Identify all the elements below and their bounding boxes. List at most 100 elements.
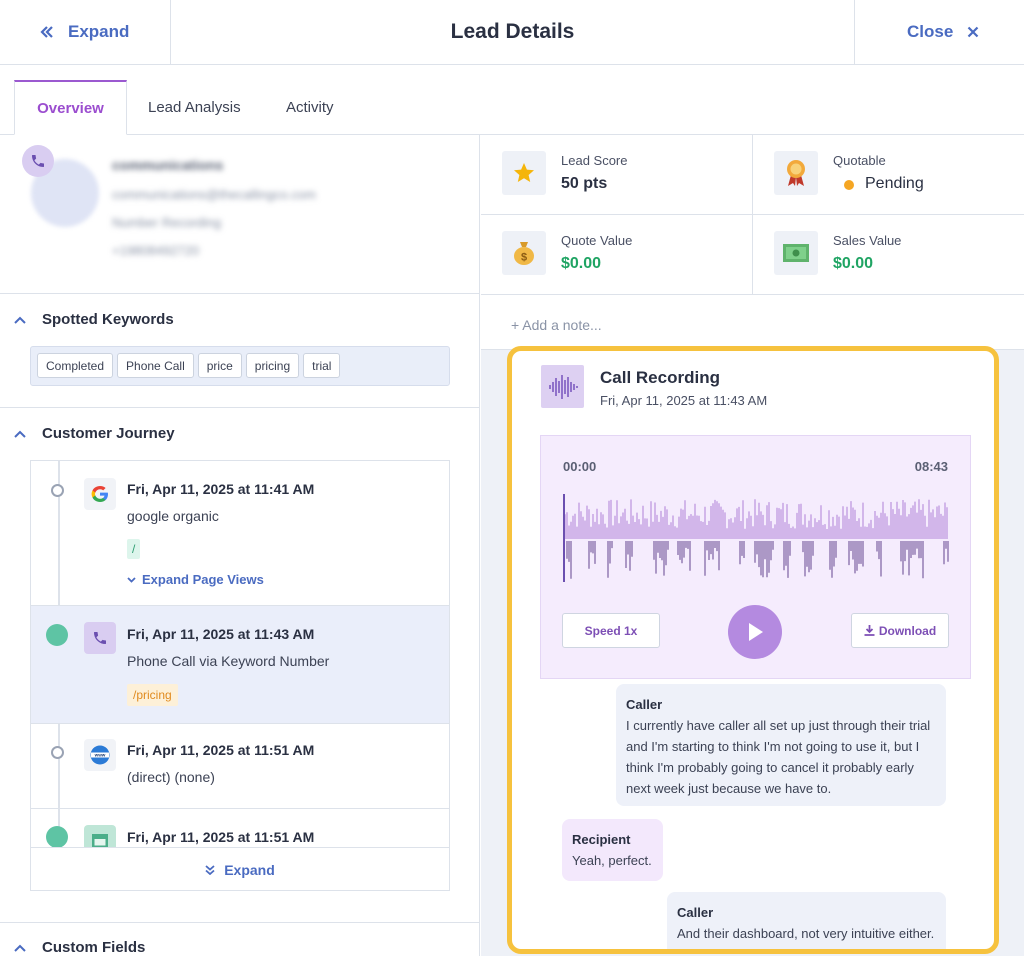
timeline-dot [51,746,64,759]
download-label: Download [878,623,937,638]
quotable-value: Pending [865,175,924,192]
chevron-up-icon [14,430,26,438]
expand-label: Expand [68,22,130,41]
contact-phone: +19808492720 [112,243,200,258]
keyword-chip: pricing [245,353,300,378]
quotable-card: Quotable Pending [753,135,1024,215]
expand-panel-button[interactable]: Expand [0,0,171,64]
form-icon [84,825,116,847]
cash-icon [774,231,818,275]
timeline-dot [51,484,64,497]
waveform-scrubber[interactable] [563,494,949,584]
page-path-tag: /pricing [127,684,178,706]
speaker-name: Caller [677,905,714,920]
tab-activity[interactable]: Activity [286,80,334,135]
speaker-name: Caller [626,697,663,712]
message-text: Yeah, perfect. [572,853,652,868]
journey-timeline: Fri, Apr 11, 2025 at 11:41 AM google org… [30,460,450,891]
phone-icon [84,622,116,654]
keyword-chip: trial [303,353,341,378]
divider [0,407,480,408]
header-bar: Expand Lead Details Close [0,0,1024,65]
journey-item: Fri, Apr 11, 2025 at 11:43 AM Phone Call… [31,606,449,724]
current-time: 00:00 [563,459,597,474]
chevron-down-icon [127,576,136,583]
money-bag-icon: $ [502,231,546,275]
audio-player: 00:00 08:43 Speed 1x Download [540,435,971,679]
page-path-tag: / [127,539,141,559]
transcript-message-caller: Caller And their dashboard, not very int… [667,892,946,949]
journey-datetime: Fri, Apr 11, 2025 at 11:51 AM [127,829,315,845]
sales-value-label: Sales Value [833,233,902,248]
www-icon: www [84,739,116,771]
journey-datetime: Fri, Apr 11, 2025 at 11:41 AM [127,481,315,497]
svg-text:www: www [94,753,106,758]
double-chevron-left-icon [40,26,54,38]
lead-score-card: Lead Score 50 pts [481,135,753,215]
play-button[interactable] [728,605,782,659]
left-panel: communications communications@thecalling… [0,135,480,956]
lead-score-label: Lead Score [561,153,628,168]
divider [0,922,480,923]
transcript-message-caller: Caller I currently have caller all set u… [616,684,946,806]
close-button[interactable]: Close [854,0,1024,64]
double-chevron-down-icon [205,864,215,875]
pending-status-dot [844,180,854,190]
lead-score-value: 50 pts [561,175,608,192]
download-button[interactable]: Download [851,613,949,648]
section-custom-fields[interactable]: Custom Fields [0,939,480,956]
download-icon [864,625,875,636]
timeline-dot [46,624,68,646]
tab-overview[interactable]: Overview [14,80,127,135]
contact-source: Number Recording [112,215,222,230]
journey-source: google organic [127,508,219,524]
journey-item: Fri, Apr 11, 2025 at 11:51 AM [31,809,449,847]
total-time: 08:43 [914,459,948,474]
phone-badge-icon [22,145,54,177]
right-panel: Lead Score 50 pts Quotable Pending $ Quo… [481,135,1024,956]
message-text: And their dashboard, not very intuitive … [677,926,935,941]
keyword-list: Completed Phone Call price pricing trial [30,346,450,386]
expand-page-views-label: Expand Page Views [142,572,264,587]
page-title: Lead Details [450,20,575,43]
sales-value: $0.00 [833,255,874,272]
tab-bar: Overview Lead Analysis Activity [0,65,1024,135]
transcript-message-recipient: Recipient Yeah, perfect. [562,819,663,881]
close-icon [967,26,979,38]
journey-item: www Fri, Apr 11, 2025 at 11:51 AM (direc… [31,724,449,809]
message-text: I currently have caller all set up just … [626,718,931,796]
section-title: Customer Journey [42,425,175,442]
keyword-chip: Completed [37,353,114,378]
star-icon [502,151,546,195]
call-recording-card: Call Recording Fri, Apr 11, 2025 at 11:4… [507,346,999,954]
google-icon [84,478,116,510]
quote-value-label: Quote Value [561,233,633,248]
recording-title: Call Recording [600,368,720,387]
keyword-chip: price [197,353,242,378]
sales-value-card: Sales Value $0.00 [753,215,1024,295]
journey-expand-button[interactable]: Expand [31,847,449,890]
chevron-up-icon [14,944,26,952]
section-spotted-keywords[interactable]: Spotted Keywords [0,311,480,328]
section-customer-journey[interactable]: Customer Journey [0,425,480,442]
divider [0,293,480,294]
quote-value-card: $ Quote Value $0.00 [481,215,753,295]
recording-datetime: Fri, Apr 11, 2025 at 11:43 AM [600,393,768,408]
speed-button[interactable]: Speed 1x [562,613,660,648]
journey-datetime: Fri, Apr 11, 2025 at 11:51 AM [127,742,315,758]
journey-source: Phone Call via Keyword Number [127,653,330,669]
close-label: Close [907,22,954,41]
transcript: Caller I currently have caller all set u… [540,679,971,949]
quotable-label: Quotable [833,153,886,168]
add-note-input[interactable]: + Add a note... [481,295,1024,350]
contact-name: communications [112,157,224,173]
timeline-dot [46,826,68,847]
play-icon [746,622,764,642]
expand-page-views-link[interactable]: Expand Page Views [127,572,264,587]
section-title: Custom Fields [42,939,146,956]
section-title: Spotted Keywords [42,311,174,328]
tab-lead-analysis[interactable]: Lead Analysis [148,80,241,135]
contact-email: communications@thecallingco.com [112,187,316,202]
journey-source: (direct) (none) [127,769,215,785]
ribbon-icon [774,151,818,195]
